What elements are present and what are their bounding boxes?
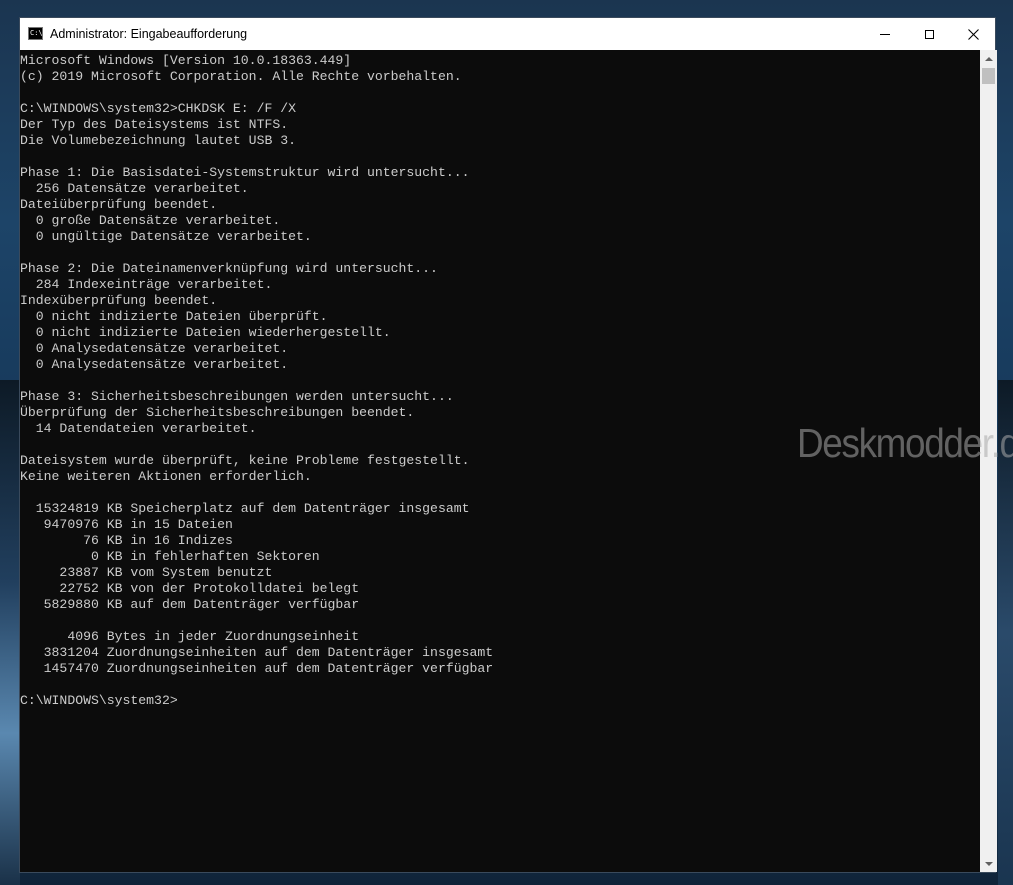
console-line: 3831204 Zuordnungseinheiten auf dem Date…	[20, 645, 494, 660]
console-line: Der Typ des Dateisystems ist NTFS.	[20, 117, 289, 132]
console-line: Die Volumebezeichnung lautet USB 3.	[20, 133, 296, 148]
minimize-button[interactable]	[862, 18, 907, 50]
console-line: 1457470 Zuordnungseinheiten auf dem Date…	[20, 661, 494, 676]
window-title: Administrator: Eingabeaufforderung	[50, 27, 248, 41]
close-button[interactable]	[951, 18, 996, 50]
console-icon[interactable]: C:\	[28, 27, 43, 40]
console-line: C:\WINDOWS\system32>CHKDSK E: /F /X	[20, 101, 296, 116]
scroll-down-button[interactable]	[980, 855, 997, 872]
console-line: 256 Datensätze verarbeitet.	[20, 181, 249, 196]
console-line: 15324819 KB Speicherplatz auf dem Datent…	[20, 501, 470, 516]
console-line: 23887 KB vom System benutzt	[20, 565, 273, 580]
arrow-up-icon	[984, 56, 993, 61]
maximize-button[interactable]	[907, 18, 952, 50]
console-line: 5829880 KB auf dem Datenträger verfügbar	[20, 597, 360, 612]
console-line: 284 Indexeinträge verarbeitet.	[20, 277, 273, 292]
console-line: 0 nicht indizierte Dateien wiederhergest…	[20, 325, 391, 340]
console-line: 0 Analysedatensätze verarbeitet.	[20, 357, 289, 372]
console-line: Überprüfung der Sicherheitsbeschreibunge…	[20, 405, 415, 420]
console-line: Phase 3: Sicherheitsbeschreibungen werde…	[20, 389, 454, 404]
maximize-icon	[925, 29, 934, 39]
console-line: Indexüberprüfung beendet.	[20, 293, 218, 308]
console-line: 14 Datendateien verarbeitet.	[20, 421, 257, 436]
console-line: 0 nicht indizierte Dateien überprüft.	[20, 309, 328, 324]
console-line: Dateiüberprüfung beendet.	[20, 197, 218, 212]
console-line: (c) 2019 Microsoft Corporation. Alle Rec…	[20, 69, 462, 84]
console-line: Dateisystem wurde überprüft, keine Probl…	[20, 453, 470, 468]
console-line: 0 große Datensätze verarbeitet.	[20, 213, 281, 228]
console-line: C:\WINDOWS\system32>	[20, 693, 178, 708]
console-line: 9470976 KB in 15 Dateien	[20, 517, 233, 532]
console-line: Keine weiteren Aktionen erforderlich.	[20, 469, 312, 484]
console-line: Phase 2: Die Dateinamenverknüpfung wird …	[20, 261, 438, 276]
console-line: 4096 Bytes in jeder Zuordnungseinheit	[20, 629, 360, 644]
console-line: 0 ungültige Datensätze verarbeitet.	[20, 229, 312, 244]
scroll-up-button[interactable]	[980, 50, 997, 67]
console-line: 0 KB in fehlerhaften Sektoren	[20, 549, 320, 564]
title-bar[interactable]: C:\ Administrator: Eingabeaufforderung	[20, 18, 995, 50]
console-text: Microsoft Windows [Version 10.0.18363.44…	[20, 50, 978, 709]
scroll-thumb[interactable]	[982, 68, 995, 84]
close-icon	[968, 28, 979, 40]
minimize-icon	[879, 33, 890, 35]
arrow-down-icon	[984, 861, 993, 866]
console-line: 0 Analysedatensätze verarbeitet.	[20, 341, 289, 356]
console-line: 22752 KB von der Protokolldatei belegt	[20, 581, 360, 596]
console-line: Microsoft Windows [Version 10.0.18363.44…	[20, 53, 352, 68]
desktop-background-left	[0, 380, 20, 885]
console-line: Phase 1: Die Basisdatei-Systemstruktur w…	[20, 165, 470, 180]
watermark-logo: Deskmodder.de	[797, 420, 1013, 466]
console-line: 76 KB in 16 Indizes	[20, 533, 233, 548]
